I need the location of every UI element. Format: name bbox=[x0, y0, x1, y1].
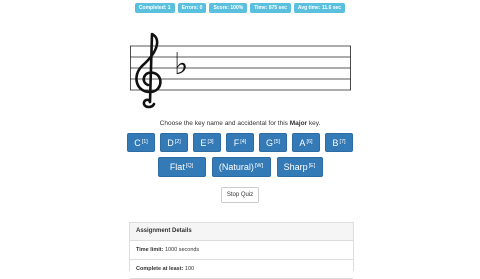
shortcut-label: [1] bbox=[141, 138, 148, 145]
note-button-g[interactable]: G [5] bbox=[259, 133, 287, 152]
stop-quiz-button[interactable]: Stop Quiz bbox=[220, 187, 260, 203]
note-button-c[interactable]: C [1] bbox=[127, 133, 155, 152]
note-buttons: C [1] D [2] E [3] F [4] G [5] A [6] B [7] bbox=[0, 133, 480, 152]
note-button-d[interactable]: D [2] bbox=[160, 133, 188, 152]
sharp-button[interactable]: Sharp [E] bbox=[276, 157, 323, 177]
natural-button[interactable]: (Natural) [W] bbox=[211, 157, 271, 177]
prompt-text-end: key. bbox=[307, 120, 321, 127]
note-label: E bbox=[200, 137, 207, 148]
shortcut-label: [6] bbox=[306, 138, 313, 145]
note-button-b[interactable]: B [7] bbox=[325, 133, 353, 152]
note-label: F bbox=[233, 137, 240, 148]
note-button-a[interactable]: A [6] bbox=[292, 133, 320, 152]
complete-value: 100 bbox=[184, 266, 195, 272]
note-button-e[interactable]: E [3] bbox=[193, 133, 221, 152]
shortcut-label: [W] bbox=[254, 163, 264, 169]
note-label: C bbox=[134, 137, 141, 148]
shortcut-label: [5] bbox=[273, 138, 281, 145]
accidental-buttons: Flat [Q] (Natural) [W] Sharp [E] bbox=[0, 157, 480, 177]
time-limit-value: 1000 seconds bbox=[164, 247, 200, 253]
time-limit-label: Time limit: bbox=[136, 247, 164, 253]
assignment-details-panel: Assignment Details Time limit: 1000 seco… bbox=[129, 222, 354, 279]
shortcut-label: [4] bbox=[240, 138, 247, 145]
shortcut-label: [2] bbox=[174, 138, 181, 145]
note-label: G bbox=[265, 137, 273, 148]
music-staff: ♭ bbox=[130, 32, 351, 109]
flat-accidental-icon: ♭ bbox=[174, 47, 188, 82]
shortcut-label: [7] bbox=[339, 138, 346, 145]
score-badge: Score: 100% bbox=[209, 3, 248, 13]
accidental-label: Sharp bbox=[283, 162, 308, 172]
avg-time-badge: Avg time: 11.6 sec bbox=[293, 3, 346, 13]
question-prompt: Choose the key name and accidental for t… bbox=[0, 120, 480, 127]
key-type: Major bbox=[289, 120, 308, 127]
accidental-label: Flat bbox=[169, 162, 185, 172]
stats-bar: Completed: 1 Errors: 0 Score: 100% Time:… bbox=[0, 3, 480, 13]
note-label: A bbox=[299, 137, 306, 148]
accidental-label: (Natural) bbox=[218, 162, 254, 172]
complete-label: Complete at least: bbox=[136, 266, 184, 272]
time-limit-row: Time limit: 1000 seconds bbox=[130, 241, 353, 260]
panel-title: Assignment Details bbox=[130, 223, 353, 241]
completed-badge: Completed: 1 bbox=[134, 3, 175, 13]
time-badge: Time: 875 sec bbox=[250, 3, 291, 13]
shortcut-label: [E] bbox=[308, 163, 316, 169]
note-button-f[interactable]: F [4] bbox=[226, 133, 254, 152]
prompt-text: Choose the key name and accidental for t… bbox=[159, 120, 290, 127]
treble-clef-icon bbox=[135, 32, 162, 109]
note-label: B bbox=[332, 137, 339, 148]
errors-badge: Errors: 0 bbox=[177, 3, 207, 13]
flat-button[interactable]: Flat [Q] bbox=[157, 157, 206, 177]
shortcut-label: [Q] bbox=[185, 163, 194, 169]
shortcut-label: [3] bbox=[207, 138, 214, 145]
note-label: D bbox=[167, 137, 174, 148]
